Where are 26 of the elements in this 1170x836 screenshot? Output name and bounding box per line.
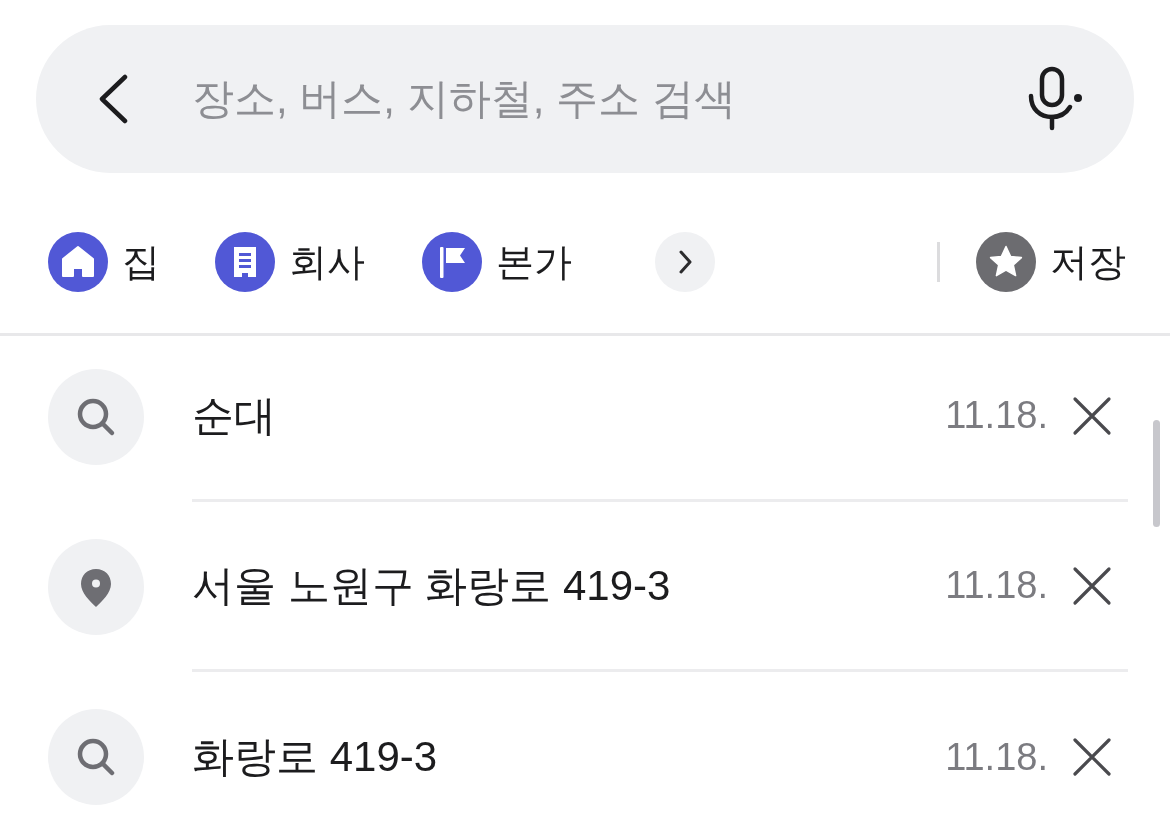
- history-date: 11.18.: [945, 564, 1048, 607]
- map-pin-icon: [48, 539, 144, 635]
- shortcut-button[interactable]: 회사: [215, 232, 365, 292]
- shortcut-button[interactable]: 집: [48, 232, 160, 292]
- history-item[interactable]: 순대: [192, 387, 946, 444]
- saved-button[interactable]: 저장: [976, 232, 1126, 292]
- history-item[interactable]: 서울 노원구 화랑로 419-3: [192, 557, 946, 614]
- house-icon: [48, 232, 108, 292]
- close-icon: [1072, 395, 1112, 436]
- delete-button[interactable]: [1072, 565, 1112, 606]
- shortcut-button[interactable]: 본가: [422, 232, 572, 292]
- close-icon: [1072, 565, 1112, 606]
- delete-button[interactable]: [1072, 395, 1112, 436]
- history-date: 11.18.: [945, 735, 1048, 779]
- search-input[interactable]: 장소, 버스, 지하철, 주소 검색: [192, 71, 1002, 127]
- history-item[interactable]: 화랑로 419-3: [192, 729, 946, 785]
- close-icon: [1072, 737, 1112, 777]
- flag-icon: [422, 232, 482, 292]
- chevron-right-icon: [678, 250, 692, 274]
- scrollbar-thumb[interactable]: [1153, 420, 1160, 527]
- building-icon: [215, 232, 275, 292]
- search-icon: [48, 369, 144, 465]
- history-date: 11.18.: [945, 394, 1048, 437]
- delete-button[interactable]: [1072, 737, 1112, 777]
- search-icon: [48, 709, 144, 805]
- search-field[interactable]: 장소, 버스, 지하철, 주소 검색: [36, 25, 1134, 173]
